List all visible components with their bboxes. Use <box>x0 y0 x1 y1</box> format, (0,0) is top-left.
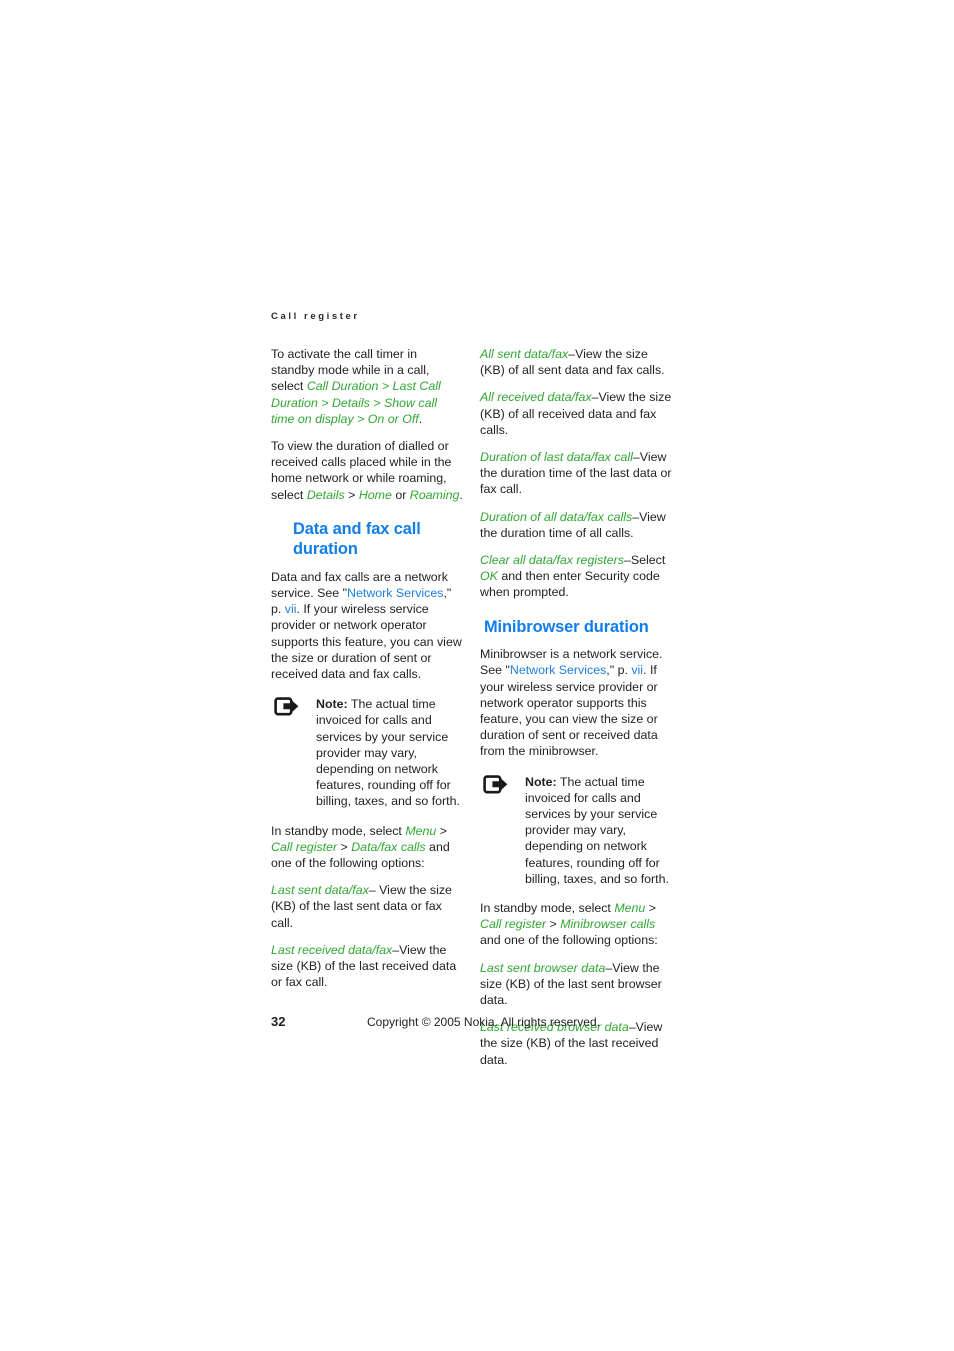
note-label: Note: <box>525 774 557 789</box>
text-run: > <box>436 823 447 838</box>
link-network-services[interactable]: Network Services <box>347 586 443 600</box>
menu-path-call-register: Call register <box>271 839 338 854</box>
menu-path-menu: Menu <box>614 900 646 915</box>
menu-path-data-fax-calls: Data/fax calls <box>351 839 426 854</box>
text-run: The actual time invoiced for calls and s… <box>316 697 460 809</box>
note-text-right: Note: The actual time invoiced for calls… <box>525 774 672 887</box>
heading-minibrowser-duration: Minibrowser duration <box>484 617 649 636</box>
heading-data-and-fax-call-duration: Data and fax call duration <box>293 519 421 559</box>
option-item: All sent data/fax–View the size (KB) of … <box>480 346 672 378</box>
text-run: and then enter Security code when prompt… <box>480 569 660 600</box>
text-run: > <box>337 839 352 854</box>
option-item: All received data/fax–View the size (KB)… <box>480 389 672 438</box>
note-block-right: Note: The actual time invoiced for calls… <box>480 774 672 887</box>
text-run: . <box>459 487 463 502</box>
text-run: In standby mode, select <box>480 900 615 915</box>
option-term: Duration of all data/fax calls <box>480 509 633 524</box>
copyright-notice: Copyright © 2005 Nokia. All rights reser… <box>367 1015 600 1029</box>
menu-path-roaming: Roaming <box>409 487 460 502</box>
text-run: > <box>344 487 359 502</box>
text-run: In standby mode, select <box>271 823 406 838</box>
text-run: . <box>418 411 423 426</box>
text-run: . If your wireless service provider or n… <box>480 663 658 759</box>
menu-path-menu: Menu <box>405 823 437 838</box>
text-run: . If your wireless service provider or n… <box>271 602 462 682</box>
paragraph-view-duration-dialled: To view the duration of dialled or recei… <box>271 438 463 503</box>
text-run: and one of the following options: <box>480 933 658 948</box>
menu-path-details: Details <box>306 487 345 502</box>
link-page-vii[interactable]: vii <box>285 602 297 616</box>
note-arrow-icon <box>274 697 300 717</box>
note-text-left: Note: The actual time invoiced for calls… <box>316 696 463 809</box>
right-column: All sent data/fax–View the size (KB) of … <box>480 346 672 1068</box>
menu-path-home: Home <box>358 487 392 502</box>
document-page: Call register To activate the call timer… <box>0 0 954 1351</box>
option-item: Duration of last data/fax call–View the … <box>480 449 672 498</box>
text-run: or <box>391 487 410 502</box>
running-head: Call register <box>271 311 360 322</box>
option-item: Last sent browser data–View the size (KB… <box>480 960 672 1009</box>
option-term: Duration of last data/fax call <box>480 450 633 465</box>
option-item: Last sent data/fax– View the size (KB) o… <box>271 882 463 931</box>
text-run: > <box>645 900 656 915</box>
page-number: 32 <box>271 1014 286 1029</box>
menu-path-minibrowser-calls: Minibrowser calls <box>560 917 656 932</box>
note-block-left: Note: The actual time invoiced for calls… <box>271 696 463 809</box>
link-network-services[interactable]: Network Services <box>510 663 606 677</box>
option-term: All sent data/fax <box>480 347 569 361</box>
text-run: –Select <box>623 553 666 568</box>
note-label: Note: <box>316 697 348 712</box>
paragraph-data-fax-network-service: Data and fax calls are a network service… <box>271 569 463 682</box>
paragraph-standby-minibrowser-calls: In standby mode, select Menu > Call regi… <box>480 900 672 949</box>
option-value-ok: OK <box>480 569 498 584</box>
menu-path-call-register: Call register <box>480 917 547 932</box>
option-term: Clear all data/fax registers <box>480 553 624 568</box>
option-term: All received data/fax <box>480 390 592 405</box>
text-run: The actual time invoiced for calls and s… <box>525 774 669 886</box>
option-item-clear-registers: Clear all data/fax registers–Select OK a… <box>480 552 672 601</box>
paragraph-minibrowser-network-service: Minibrowser is a network service. See "N… <box>480 646 672 759</box>
left-column: To activate the call timer in standby mo… <box>271 346 463 991</box>
option-term: Last received data/fax <box>271 942 393 957</box>
option-item: Duration of all data/fax calls–View the … <box>480 509 672 541</box>
text-run: ," p. <box>606 663 632 678</box>
paragraph-activate-call-timer: To activate the call timer in standby mo… <box>271 346 463 427</box>
paragraph-standby-data-fax-calls: In standby mode, select Menu > Call regi… <box>271 823 463 872</box>
option-item: Last received data/fax–View the size (KB… <box>271 942 463 991</box>
link-page-vii[interactable]: vii <box>631 663 643 677</box>
option-term: Last sent browser data <box>480 960 606 975</box>
option-term: Last sent data/fax <box>271 883 369 898</box>
text-run: > <box>546 917 561 932</box>
page-footer: 32 Copyright © 2005 Nokia. All rights re… <box>0 1014 954 1034</box>
note-arrow-icon <box>483 774 509 795</box>
